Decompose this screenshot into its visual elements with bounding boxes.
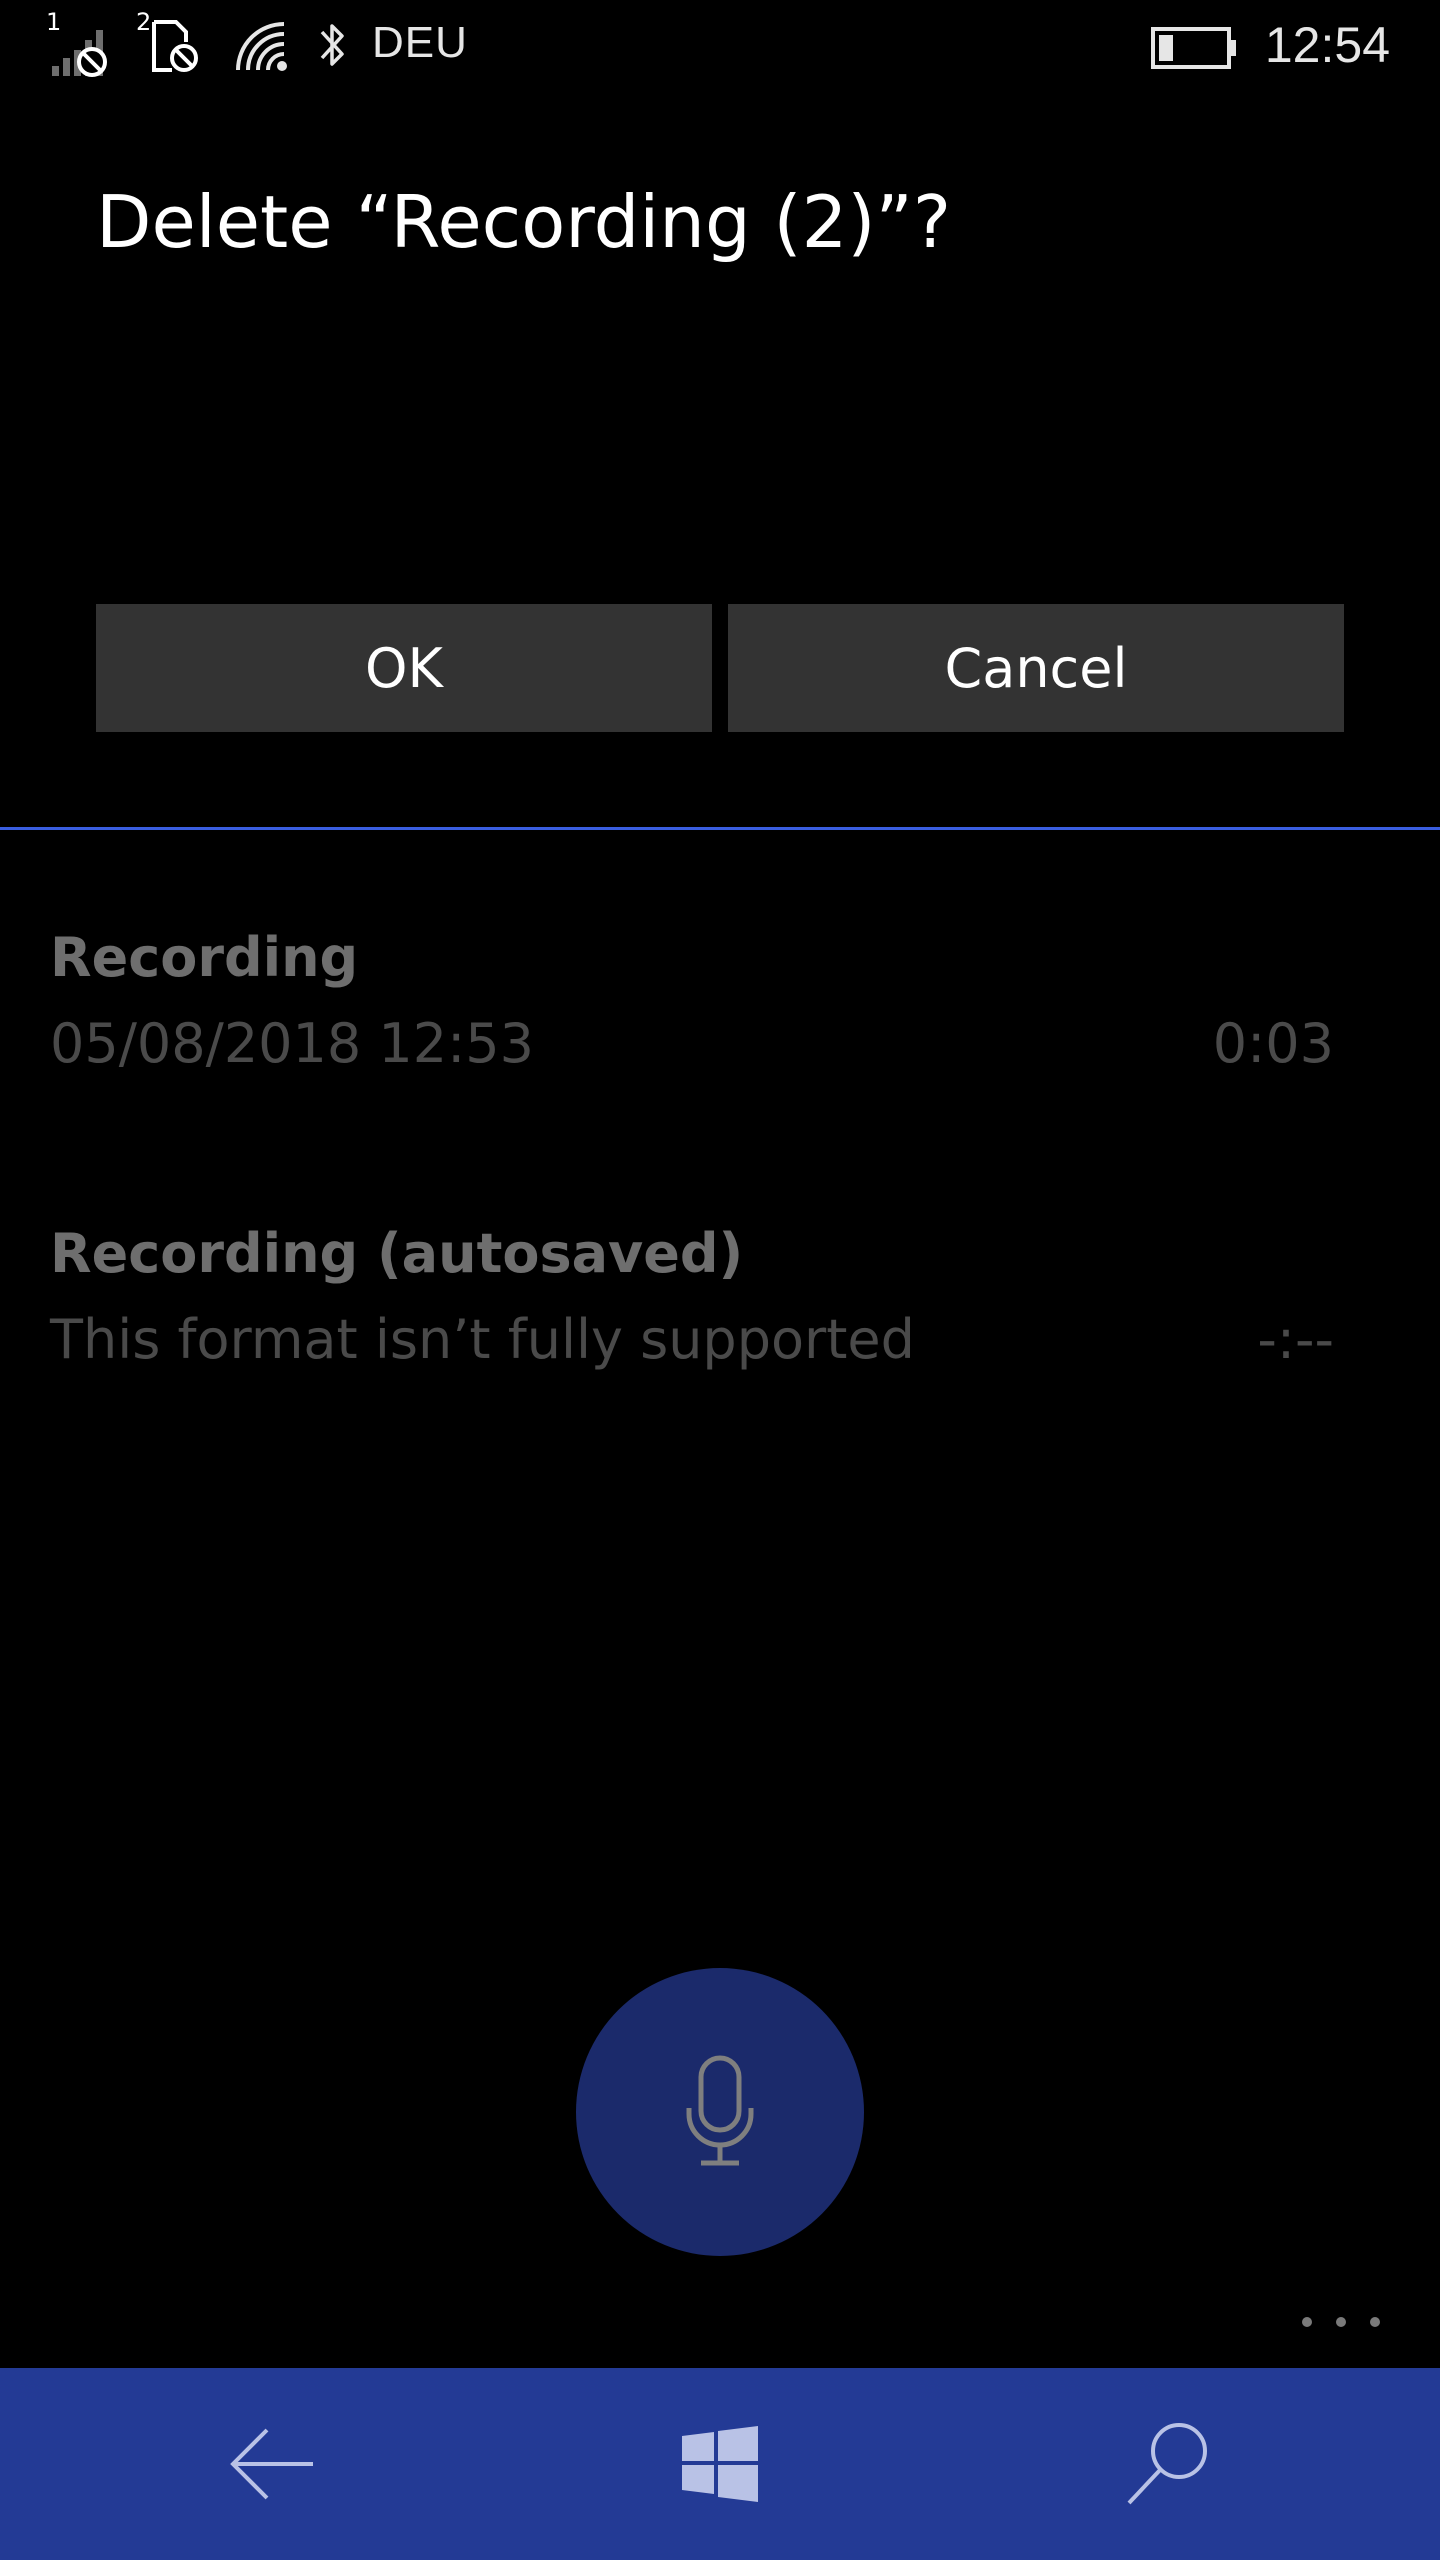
more-dot [1370,2317,1380,2327]
status-bar: 1 2 DEU 12:54 [0,0,1440,92]
recording-title: Recording (autosaved) [50,1222,744,1285]
signal-no-service-icon [52,30,107,77]
more-icon[interactable] [1302,2310,1380,2334]
delete-dialog: Delete “Recording (2)”? OK Cancel [0,92,1440,828]
more-dot [1302,2317,1312,2327]
cancel-button[interactable]: Cancel [728,604,1344,732]
battery-icon [1151,27,1236,69]
back-arrow-icon [230,2428,313,2500]
network-label: DEU [372,18,468,67]
ok-button[interactable]: OK [96,604,712,732]
record-button[interactable] [576,1968,864,2256]
back-button[interactable] [172,2368,372,2560]
microphone-icon [686,2055,754,2166]
recording-duration: 0:03 [1212,1012,1334,1075]
list-item[interactable]: Recording 05/08/2018 12:53 0:03 [0,926,1440,1146]
bluetooth-icon [320,24,344,66]
windows-logo-icon [682,2426,758,2502]
recording-date: 05/08/2018 12:53 [50,1012,535,1075]
list-item[interactable]: Recording (autosaved) This format isn’t … [0,1222,1440,1442]
home-button[interactable] [620,2368,820,2560]
dialog-title: Delete “Recording (2)”? [96,180,952,264]
more-dot [1336,2317,1346,2327]
no-sim-icon [152,20,198,72]
search-button[interactable] [1068,2368,1268,2560]
wifi-icon [236,22,287,71]
navigation-bar [0,2368,1440,2560]
search-icon [1127,2423,1207,2505]
recording-duration: -:-- [1257,1308,1334,1371]
clock: 12:54 [1264,17,1390,73]
recording-title: Recording [50,926,359,989]
recording-status: This format isn’t fully supported [50,1308,915,1371]
dialog-divider [0,827,1440,830]
